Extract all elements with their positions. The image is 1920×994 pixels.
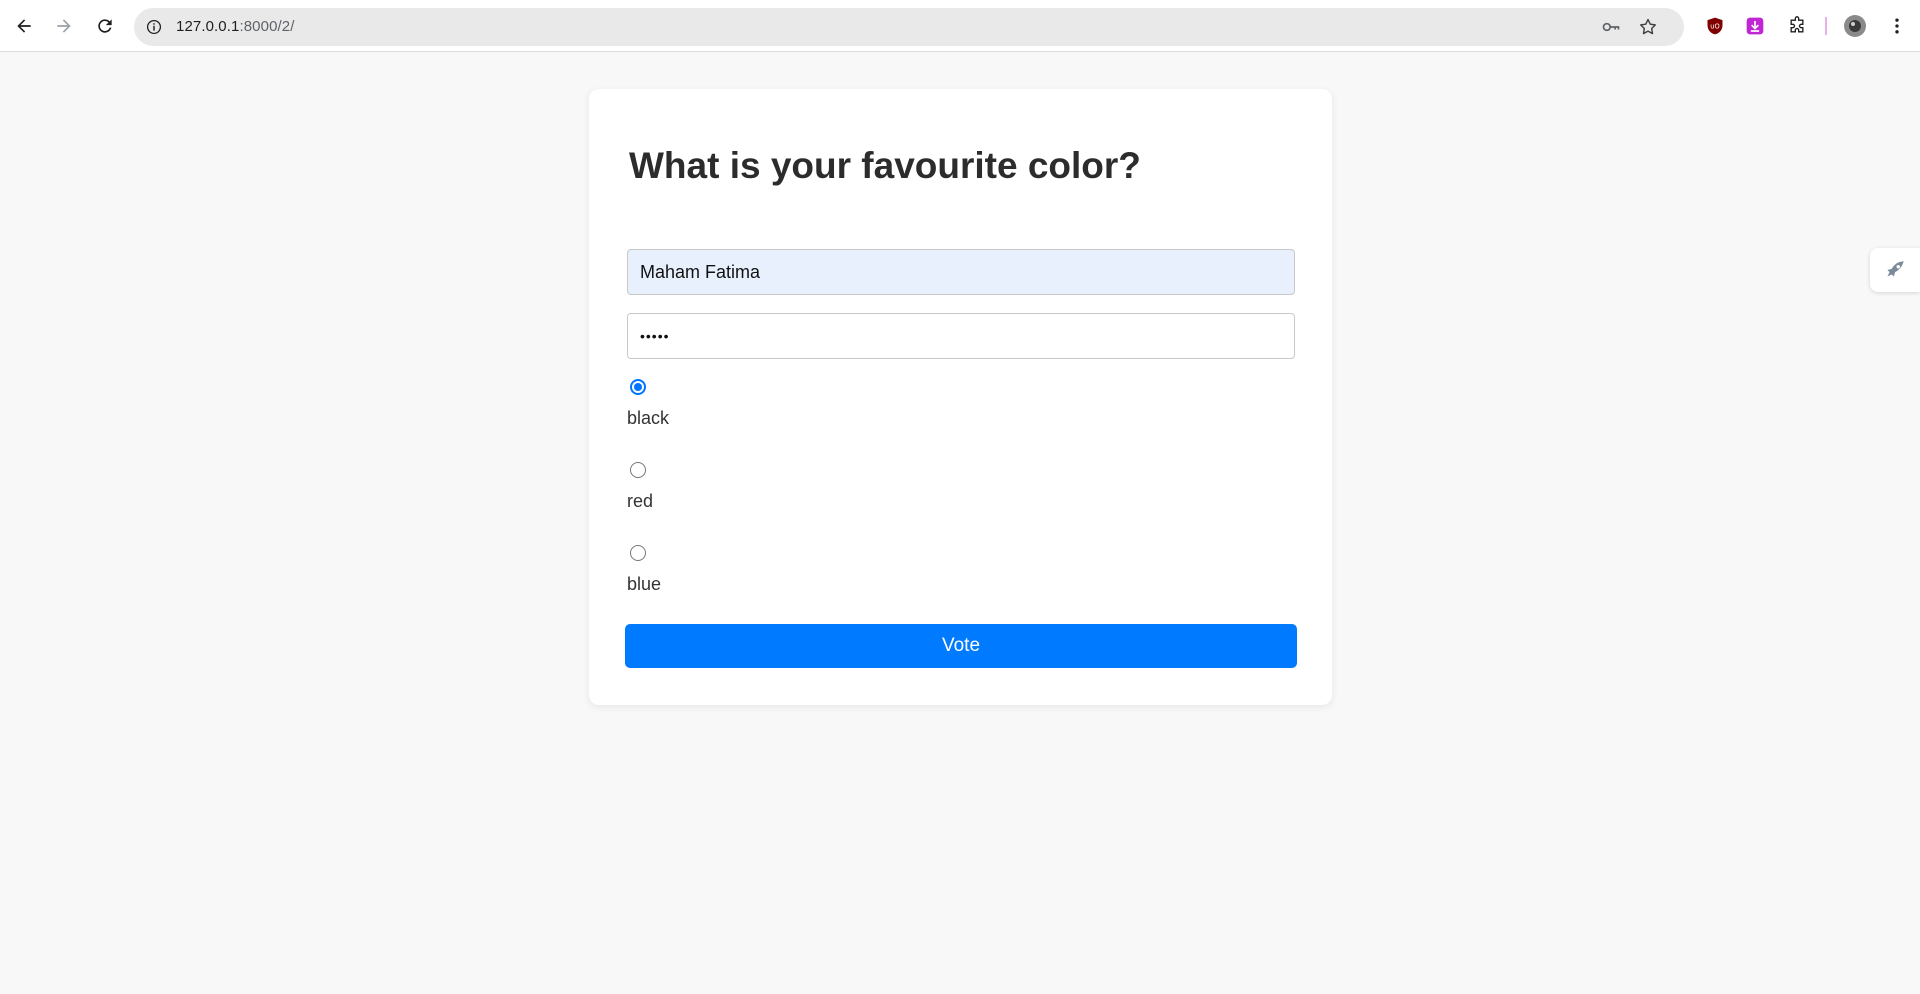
site-info-icon[interactable] — [144, 17, 164, 37]
password-key-icon[interactable] — [1600, 16, 1622, 38]
poll-card: What is your favourite color? Maham Fati… — [589, 89, 1332, 705]
rocket-icon — [1887, 261, 1904, 277]
download-extension-icon[interactable] — [1743, 14, 1767, 38]
password-input[interactable]: ••••• — [627, 313, 1295, 359]
side-rocket-widget[interactable] — [1870, 248, 1920, 292]
ublock-extension-icon[interactable]: uO — [1703, 14, 1727, 38]
profile-avatar[interactable] — [1843, 14, 1867, 38]
question-title: What is your favourite color? — [629, 145, 1141, 186]
name-input-value: Maham Fatima — [640, 261, 761, 282]
radio-label-blue: blue — [627, 574, 662, 594]
svg-text:uO: uO — [1710, 23, 1719, 31]
bookmark-star-icon[interactable] — [1637, 16, 1659, 38]
password-input-value: ••••• — [640, 328, 670, 344]
radio-black[interactable] — [630, 379, 646, 395]
url-path: :8000/2/ — [239, 18, 295, 35]
address-bar[interactable]: 127.0.0.1:8000/2/ — [134, 8, 1684, 46]
url-text: 127.0.0.1:8000/2/ — [176, 18, 294, 35]
radio-red[interactable] — [630, 462, 646, 478]
back-button[interactable] — [8, 10, 40, 42]
reload-button[interactable] — [89, 10, 121, 42]
reload-icon — [98, 19, 112, 33]
radio-blue[interactable] — [630, 545, 646, 561]
radio-label-black: black — [627, 408, 670, 428]
menu-kebab-icon[interactable] — [1885, 14, 1909, 38]
name-input[interactable]: Maham Fatima — [627, 249, 1295, 295]
browser-toolbar: 127.0.0.1:8000/2/ uO — [0, 0, 1920, 52]
extensions-puzzle-icon[interactable] — [1785, 14, 1809, 38]
toolbar-divider — [1825, 17, 1827, 35]
radio-label-red: red — [627, 491, 654, 511]
arrow-left-icon — [17, 19, 31, 33]
vote-button[interactable]: Vote — [625, 624, 1297, 668]
url-host: 127.0.0.1 — [176, 18, 240, 35]
arrow-right-icon — [57, 19, 71, 33]
forward-button[interactable] — [48, 10, 80, 42]
